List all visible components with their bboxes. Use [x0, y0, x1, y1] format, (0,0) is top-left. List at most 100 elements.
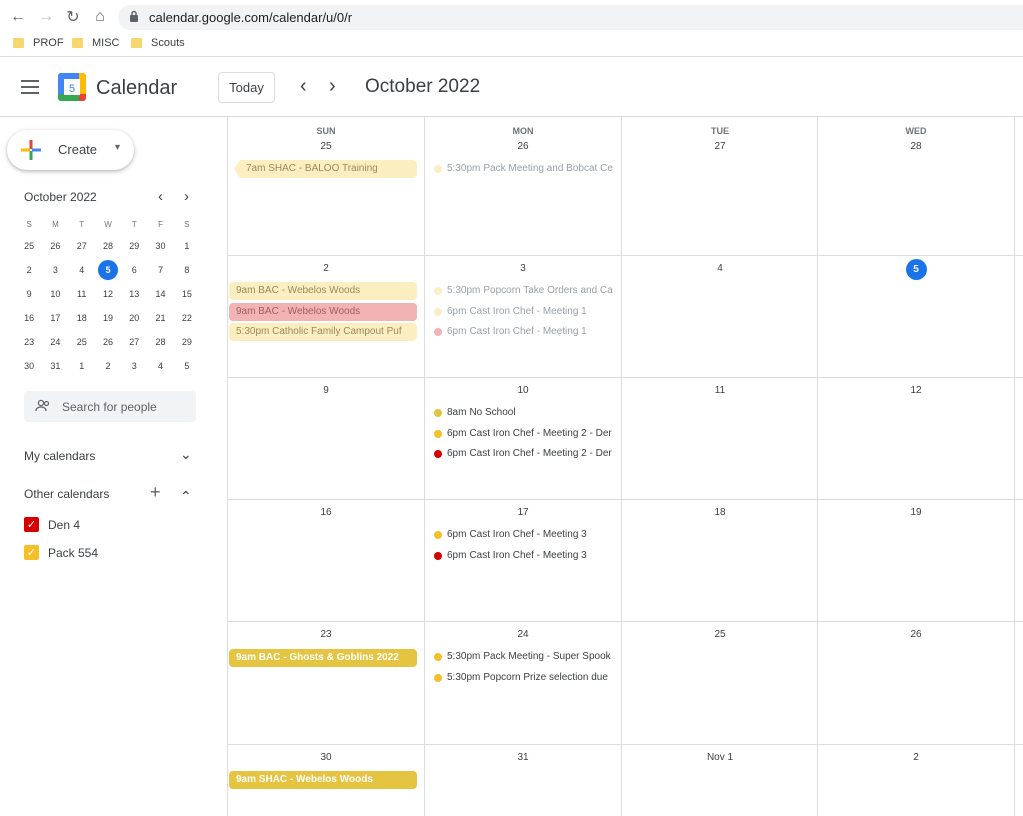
mini-day[interactable]: 11 [69, 282, 95, 306]
mini-day[interactable]: 10 [42, 282, 68, 306]
search-people-input[interactable]: Search for people [24, 391, 196, 422]
mini-day[interactable]: 20 [121, 306, 147, 330]
mini-day[interactable]: 27 [69, 234, 95, 258]
mini-day[interactable]: 9 [16, 282, 42, 306]
event-item[interactable]: 6pm Cast Iron Chef - Meeting 2 - Der [428, 445, 620, 463]
bookmark-misc[interactable]: MISC [72, 37, 120, 49]
event-item[interactable]: 5:30pm Popcorn Prize selection due [428, 669, 620, 687]
day-number[interactable]: 10 [425, 385, 621, 396]
mini-day[interactable]: 4 [69, 258, 95, 282]
mini-prev-icon[interactable]: ‹ [158, 188, 163, 205]
day-number[interactable]: 16 [228, 507, 424, 518]
mini-day[interactable]: 29 [174, 330, 200, 354]
day-number[interactable]: 27 [622, 141, 818, 152]
create-button[interactable]: Create ▾ [7, 130, 134, 170]
day-number[interactable]: 4 [622, 263, 818, 274]
day-number[interactable]: 24 [425, 629, 621, 640]
day-number[interactable]: 25 [622, 629, 818, 640]
today-button[interactable]: Today [218, 72, 275, 103]
checkbox-checked-icon[interactable]: ✓ [24, 545, 39, 560]
mini-day[interactable]: 31 [42, 354, 68, 378]
mini-day[interactable]: 22 [174, 306, 200, 330]
mini-day[interactable]: 25 [16, 234, 42, 258]
mini-day[interactable]: 7 [147, 258, 173, 282]
day-number[interactable]: 25 [228, 141, 424, 152]
day-number[interactable]: 30 [228, 752, 424, 763]
day-number[interactable]: Nov 1 [622, 752, 818, 763]
event-chip[interactable]: 9am BAC - Ghosts & Goblins 2022 [229, 649, 417, 667]
mini-day[interactable]: 13 [121, 282, 147, 306]
mini-day[interactable]: 30 [147, 234, 173, 258]
day-number-today[interactable]: 5 [818, 259, 1014, 280]
day-number[interactable]: 9 [228, 385, 424, 396]
mini-day[interactable]: 12 [95, 282, 121, 306]
day-number[interactable]: 11 [622, 385, 818, 396]
forward-icon[interactable]: → [36, 7, 56, 27]
bookmark-prof[interactable]: PROF [13, 37, 64, 49]
next-month-icon[interactable]: › [329, 76, 336, 96]
event-item[interactable]: 8am No School [428, 404, 620, 422]
add-calendar-icon[interactable]: + [150, 482, 161, 503]
mini-day[interactable]: 14 [147, 282, 173, 306]
event-item[interactable]: 5:30pm Pack Meeting and Bobcat Ce [428, 160, 620, 178]
mini-day[interactable]: 27 [121, 330, 147, 354]
back-icon[interactable]: ← [8, 7, 28, 27]
previous-month-icon[interactable]: ‹ [300, 76, 307, 96]
mini-day[interactable]: 5 [174, 354, 200, 378]
mini-day[interactable]: 18 [69, 306, 95, 330]
menu-icon[interactable] [21, 80, 39, 94]
mini-day[interactable]: 21 [147, 306, 173, 330]
checkbox-checked-icon[interactable]: ✓ [24, 517, 39, 532]
mini-day[interactable]: 26 [42, 234, 68, 258]
mini-day[interactable]: 30 [16, 354, 42, 378]
home-icon[interactable]: ⌂ [90, 7, 110, 27]
mini-next-icon[interactable]: › [184, 188, 189, 205]
event-item[interactable]: 6pm Cast Iron Chef - Meeting 3 [428, 526, 620, 544]
address-bar[interactable]: calendar.google.com/calendar/u/0/r [118, 5, 1023, 30]
mini-day[interactable]: 3 [42, 258, 68, 282]
bookmark-scouts[interactable]: Scouts [131, 37, 185, 49]
mini-day[interactable]: 25 [69, 330, 95, 354]
day-number[interactable]: 18 [622, 507, 818, 518]
day-number[interactable]: 12 [818, 385, 1014, 396]
my-calendars-label[interactable]: My calendars [24, 449, 95, 463]
mini-day[interactable]: 23 [16, 330, 42, 354]
day-number[interactable]: 2 [228, 263, 424, 274]
event-chip[interactable]: 7am SHAC - BALOO Training [234, 160, 417, 178]
event-chip[interactable]: 9am SHAC - Webelos Woods [229, 771, 417, 789]
event-item[interactable]: 6pm Cast Iron Chef - Meeting 1 [428, 303, 620, 321]
event-item[interactable]: 5:30pm Pack Meeting - Super Spook [428, 648, 620, 666]
chevron-up-icon[interactable]: ⌃ [180, 488, 192, 505]
day-number[interactable]: 17 [425, 507, 621, 518]
mini-day[interactable]: 1 [69, 354, 95, 378]
mini-day[interactable]: 17 [42, 306, 68, 330]
event-chip[interactable]: 5:30pm Catholic Family Campout Puf [229, 323, 417, 341]
event-chip[interactable]: 9am BAC - Webelos Woods [229, 282, 417, 300]
day-number[interactable]: 19 [818, 507, 1014, 518]
mini-day[interactable]: 26 [95, 330, 121, 354]
mini-day[interactable]: 29 [121, 234, 147, 258]
mini-day-today[interactable]: 5 [95, 258, 121, 282]
mini-day[interactable]: 24 [42, 330, 68, 354]
event-item[interactable]: 5:30pm Popcorn Take Orders and Ca [428, 282, 620, 300]
event-chip[interactable]: 9am BAC - Webelos Woods [229, 303, 417, 321]
mini-day[interactable]: 4 [147, 354, 173, 378]
day-number[interactable]: 2 [818, 752, 1014, 763]
mini-day[interactable]: 19 [95, 306, 121, 330]
event-item[interactable]: 6pm Cast Iron Chef - Meeting 1 [428, 323, 620, 341]
event-item[interactable]: 6pm Cast Iron Chef - Meeting 2 - Der [428, 425, 620, 443]
mini-day[interactable]: 2 [16, 258, 42, 282]
mini-day[interactable]: 2 [95, 354, 121, 378]
event-item[interactable]: 6pm Cast Iron Chef - Meeting 3 [428, 547, 620, 565]
mini-day[interactable]: 28 [147, 330, 173, 354]
day-number[interactable]: 3 [425, 263, 621, 274]
mini-day[interactable]: 16 [16, 306, 42, 330]
day-number[interactable]: 28 [818, 141, 1014, 152]
mini-day[interactable]: 1 [174, 234, 200, 258]
calendar-item-pack-554[interactable]: ✓ Pack 554 [24, 545, 98, 560]
other-calendars-label[interactable]: Other calendars [24, 487, 109, 501]
mini-day[interactable]: 6 [121, 258, 147, 282]
chevron-down-icon[interactable]: ⌄ [180, 446, 192, 463]
day-number[interactable]: 26 [818, 629, 1014, 640]
day-number[interactable]: 26 [425, 141, 621, 152]
